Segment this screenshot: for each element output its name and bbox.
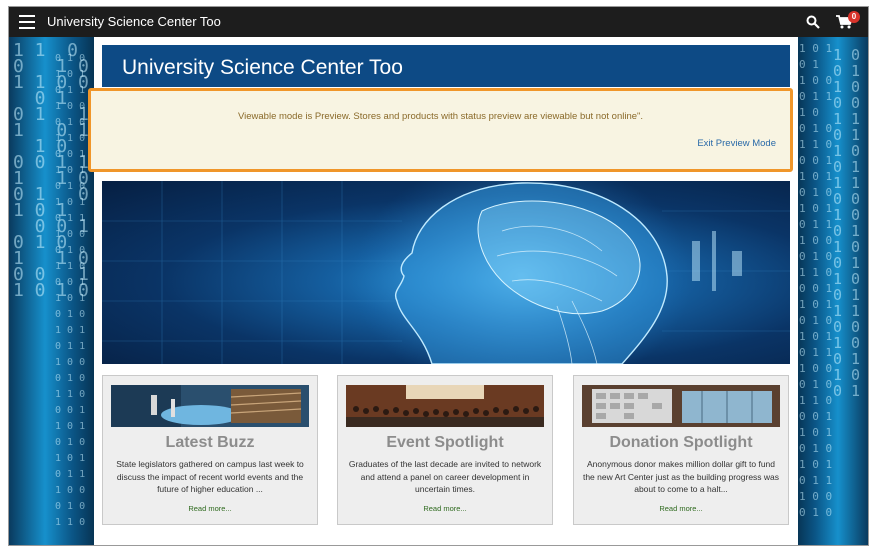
binary-background-right: 1 0 1 0 1 1 0 0 0 1 1 1 0 0 1 0 1 1 0 0 … <box>793 37 868 545</box>
menu-icon[interactable] <box>19 15 35 29</box>
card-description: State legislators gathered on campus las… <box>116 459 304 494</box>
donation-spotlight-image <box>582 385 780 427</box>
preview-mode-notice: Viewable mode is Preview. Stores and pro… <box>88 88 793 172</box>
card-title: Latest Buzz <box>165 434 255 451</box>
exit-preview-mode-link[interactable]: Exit Preview Mode <box>697 138 776 149</box>
latest-buzz-image <box>111 385 309 427</box>
card-event-spotlight: Event Spotlight Graduates of the last de… <box>337 375 553 525</box>
card-title: Donation Spotlight <box>609 434 753 451</box>
browser-frame: 1 1 0 0 1 0 1 1 0 0 0 1 0 1 1 1 0 1 1 0 … <box>8 6 869 546</box>
hero-image <box>102 181 790 364</box>
search-icon[interactable] <box>806 15 820 29</box>
cart-count-badge: 0 <box>848 11 860 23</box>
read-more-link[interactable]: Read more... <box>574 504 788 513</box>
card-title: Event Spotlight <box>386 434 504 451</box>
store-title: University Science Center Too <box>122 56 403 79</box>
main-content: University Science Center Too Viewable m… <box>88 37 798 545</box>
event-spotlight-image <box>346 385 544 427</box>
card-description: Anonymous donor makes million dollar gif… <box>582 459 780 494</box>
hero-brain-illustration <box>102 181 790 364</box>
site-name[interactable]: University Science Center Too <box>47 14 221 29</box>
top-navigation-bar: University Science Center Too 0 <box>9 7 868 37</box>
read-more-link[interactable]: Read more... <box>103 504 317 513</box>
store-header-banner: University Science Center Too <box>102 45 790 87</box>
card-donation-spotlight: Donation Spotlight Anonymous donor makes… <box>573 375 789 525</box>
card-description: Graduates of the last decade are invited… <box>348 459 542 494</box>
preview-mode-message: Viewable mode is Preview. Stores and pro… <box>237 111 644 122</box>
binary-background-left: 1 1 0 0 1 0 1 1 0 0 0 1 0 1 1 1 0 1 1 0 … <box>9 37 99 545</box>
card-latest-buzz: Latest Buzz State legislators gathered o… <box>102 375 318 525</box>
read-more-link[interactable]: Read more... <box>338 504 552 513</box>
